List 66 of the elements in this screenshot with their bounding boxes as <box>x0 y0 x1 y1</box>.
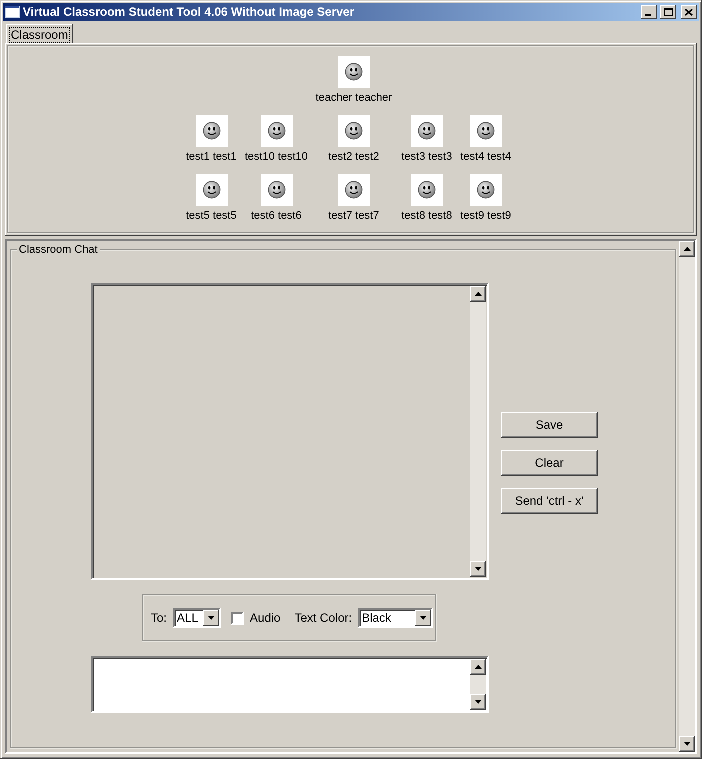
person-name: test7 test7 <box>328 210 380 223</box>
scroll-down-button[interactable] <box>470 694 486 710</box>
scroll-up-button[interactable] <box>470 286 486 302</box>
text-color-label: Text Color: <box>294 611 352 625</box>
person-name: test2 test2 <box>328 151 380 164</box>
text-color-dropdown[interactable]: Black <box>358 608 434 628</box>
person-name: test5 test5 <box>186 210 237 223</box>
avatar-tile[interactable] <box>260 115 292 147</box>
person-name: test4 test4 <box>460 151 512 164</box>
save-button[interactable]: Save <box>501 412 598 438</box>
dropdown-arrow-icon <box>420 616 427 620</box>
message-field[interactable] <box>91 656 489 713</box>
maximize-icon <box>664 8 672 16</box>
clear-button[interactable]: Clear <box>501 450 598 476</box>
avatar-tile[interactable] <box>260 174 292 206</box>
avatar-tile[interactable] <box>338 174 370 206</box>
avatar-tile[interactable] <box>338 115 370 147</box>
avatar-tile[interactable] <box>411 174 443 206</box>
smiley-icon <box>268 181 286 199</box>
close-button[interactable] <box>681 5 697 19</box>
smiley-icon <box>202 181 220 199</box>
smiley-icon <box>345 63 363 81</box>
smiley-icon <box>418 181 436 199</box>
avatar-tile[interactable] <box>411 115 443 147</box>
window-icon <box>5 6 20 18</box>
group-title: Classroom Chat <box>18 244 99 256</box>
scroll-up-button[interactable] <box>679 241 695 257</box>
avatar-tile[interactable] <box>470 115 502 147</box>
to-dropdown[interactable]: ALL <box>173 608 222 628</box>
tab[interactable]: Classroom <box>6 24 74 43</box>
person-name: test9 test9 <box>460 210 512 223</box>
down-arrow-icon <box>684 742 690 746</box>
up-arrow-icon <box>474 665 482 669</box>
avatar-tile[interactable] <box>470 174 502 206</box>
close-icon <box>685 8 693 16</box>
person-name: test3 test3 <box>402 151 452 164</box>
dropdown-arrow-icon <box>208 616 215 620</box>
minimize-button[interactable] <box>641 5 657 19</box>
smiley-icon <box>345 122 363 140</box>
avatar-tile[interactable] <box>338 56 370 88</box>
smiley-icon <box>268 122 286 140</box>
person-name: test8 test8 <box>402 210 452 223</box>
person-name: test1 test1 <box>186 151 237 164</box>
to-label: To: <box>151 611 168 625</box>
smiley-icon <box>202 122 220 140</box>
scroll-down-button[interactable] <box>679 736 695 752</box>
person-name: test10 test10 <box>245 151 308 164</box>
audio-checkbox[interactable] <box>231 612 244 624</box>
avatar-tile[interactable] <box>196 115 228 147</box>
down-arrow-icon <box>474 700 482 704</box>
down-arrow-icon <box>474 567 482 571</box>
avatar-tile[interactable] <box>196 174 228 206</box>
smiley-icon <box>418 122 436 140</box>
window-title: Virtual Classroom Student Tool 4.06 Without Image Server <box>23 5 356 19</box>
smiley-icon <box>345 181 363 199</box>
smiley-icon <box>477 122 495 140</box>
audio-label: Audio <box>250 611 281 625</box>
smiley-icon <box>477 181 495 199</box>
up-arrow-icon <box>684 247 690 251</box>
send-button[interactable]: Send 'ctrl - x' <box>501 488 598 514</box>
maximize-button[interactable] <box>660 5 676 19</box>
scroll-down-button[interactable] <box>470 561 486 577</box>
scroll-up-button[interactable] <box>470 659 486 675</box>
person-name: test6 test6 <box>251 210 302 223</box>
person-name: teacher teacher <box>316 92 392 105</box>
up-arrow-icon <box>474 292 482 296</box>
